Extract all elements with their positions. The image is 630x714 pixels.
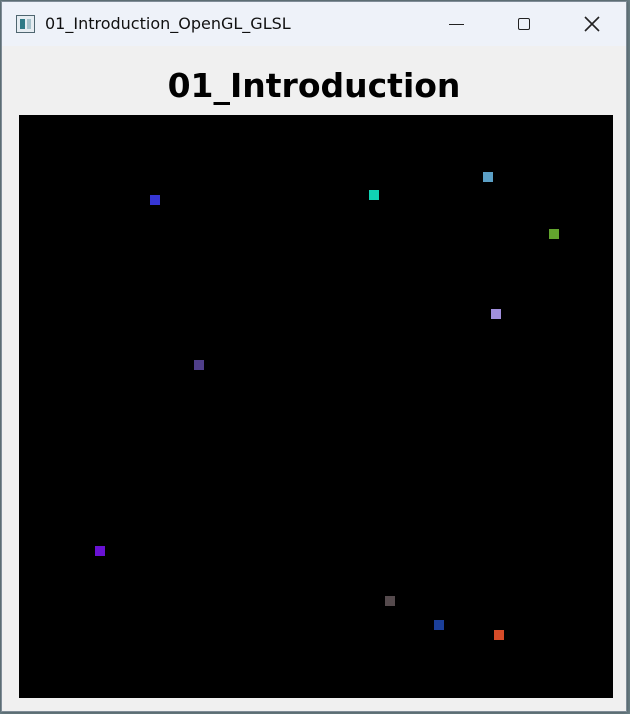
app-window: 01_Introduction_OpenGL_GLSL 01_Introduct… <box>1 1 627 712</box>
opengl-app-icon[interactable] <box>16 15 35 33</box>
maximize-button[interactable] <box>488 2 560 46</box>
page-title: 01_Introduction <box>167 66 461 105</box>
client-area: 01_Introduction <box>2 46 626 711</box>
minimize-icon <box>448 23 464 25</box>
minimize-button[interactable] <box>420 2 492 46</box>
render-point-1 <box>150 195 160 205</box>
render-point-9 <box>434 620 444 630</box>
render-point-8 <box>385 596 395 606</box>
render-point-10 <box>494 630 504 640</box>
render-point-3 <box>483 172 493 182</box>
maximize-icon <box>518 18 530 30</box>
opengl-canvas[interactable] <box>19 115 613 698</box>
render-point-5 <box>491 309 501 319</box>
render-point-2 <box>369 190 379 200</box>
render-point-4 <box>549 229 559 239</box>
close-icon <box>584 16 600 32</box>
render-point-7 <box>95 546 105 556</box>
window-title: 01_Introduction_OpenGL_GLSL <box>45 14 291 33</box>
close-button[interactable] <box>556 2 628 46</box>
title-bar[interactable]: 01_Introduction_OpenGL_GLSL <box>2 2 626 46</box>
render-point-6 <box>194 360 204 370</box>
